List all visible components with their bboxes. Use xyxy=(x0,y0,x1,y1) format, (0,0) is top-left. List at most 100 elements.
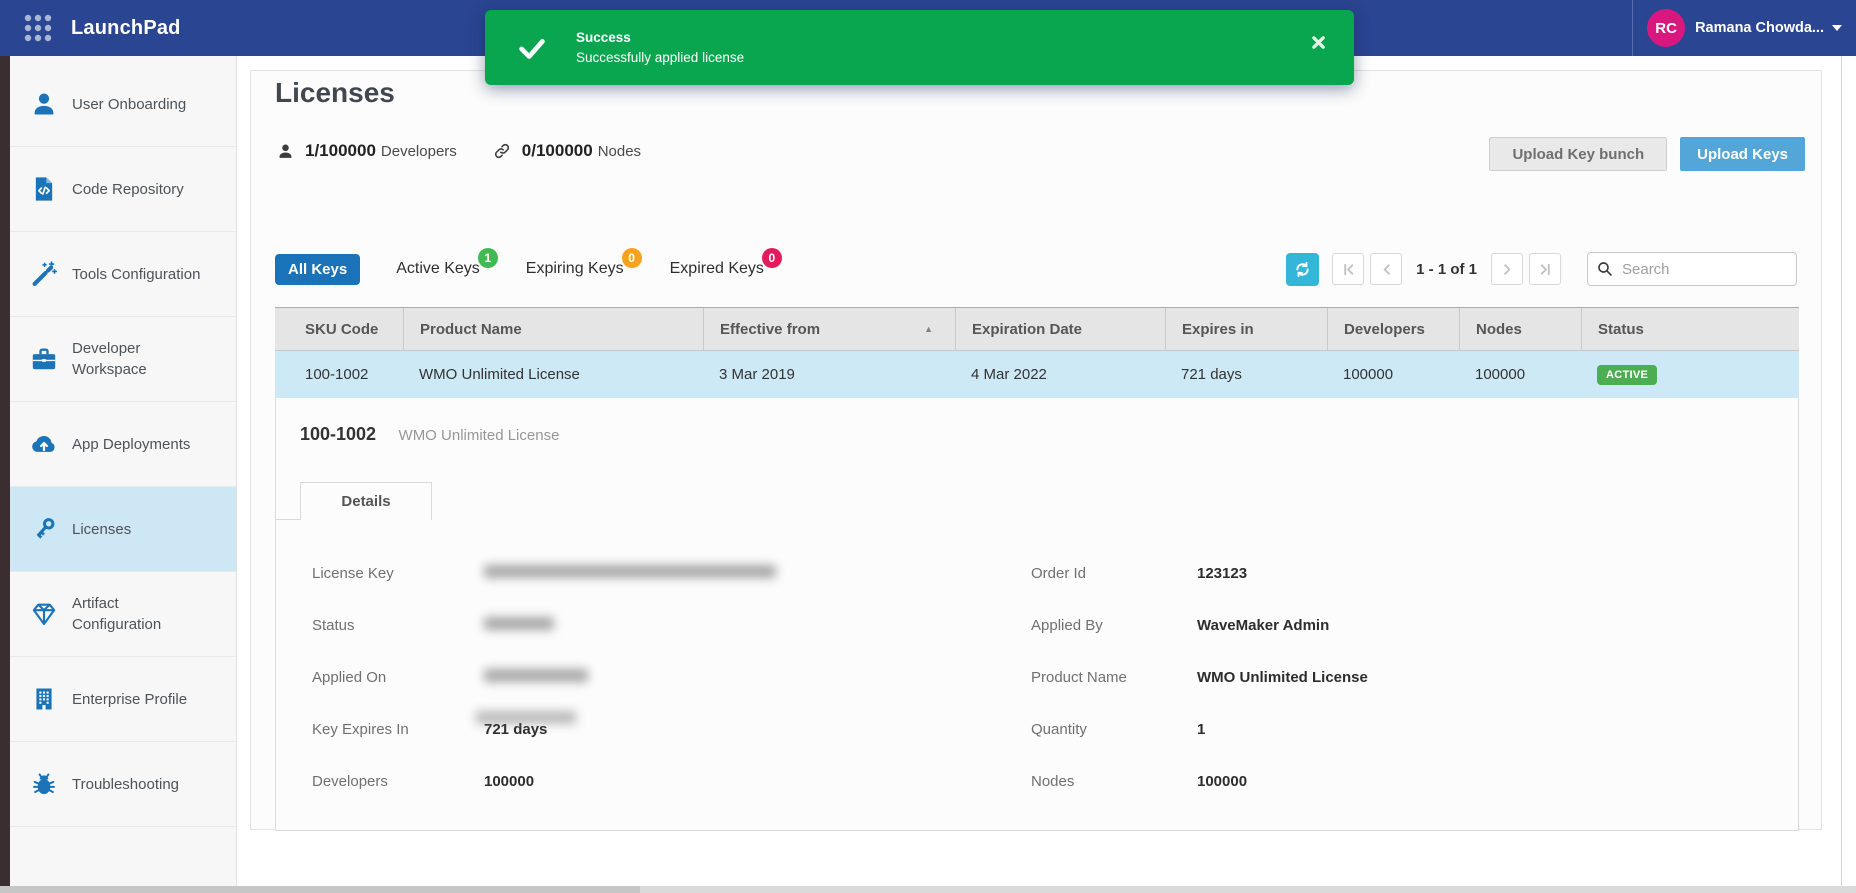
tab-expired-keys[interactable]: Expired Keys0 xyxy=(670,260,764,278)
tab-badge: 0 xyxy=(622,248,642,268)
check-icon xyxy=(515,31,549,65)
sidebar-item-developer-workspace[interactable]: Developer Workspace xyxy=(10,317,236,402)
chevron-right-icon xyxy=(1500,262,1515,277)
caret-down-icon xyxy=(1832,25,1842,31)
field-value: 1 xyxy=(1197,721,1205,738)
window-edge xyxy=(0,56,10,893)
detail-field-key-expires-in: Key Expires In 721 days xyxy=(312,703,776,755)
tab-badge: 0 xyxy=(762,248,782,268)
cell-product-name: WMO Unlimited License xyxy=(403,366,703,383)
sidebar-item-user-onboarding[interactable]: User Onboarding xyxy=(10,62,236,147)
stat-label: Developers xyxy=(381,143,457,160)
tab-all-keys[interactable]: All Keys xyxy=(275,254,360,285)
horizontal-scrollbar[interactable] xyxy=(0,886,1856,893)
detail-field-applied-by: Applied By WaveMaker Admin xyxy=(1031,599,1368,651)
cell-status: ACTIVE xyxy=(1581,365,1799,385)
field-label: Order Id xyxy=(1031,565,1197,582)
scrollbar-thumb[interactable] xyxy=(0,886,640,893)
building-icon xyxy=(29,684,59,714)
field-label: Product Name xyxy=(1031,669,1197,686)
first-page-icon xyxy=(1341,262,1356,277)
page-range: 1 - 1 of 1 xyxy=(1416,261,1477,278)
tab-active-keys[interactable]: Active Keys1 xyxy=(396,260,480,278)
user-menu[interactable]: RC Ramana Chowda... xyxy=(1632,0,1856,56)
refresh-button[interactable] xyxy=(1286,253,1319,286)
sidebar-item-label: Developer Workspace xyxy=(72,338,204,380)
app-title: LaunchPad xyxy=(71,17,181,40)
user-icon xyxy=(29,89,59,119)
table-row[interactable]: 100-1002WMO Unlimited License3 Mar 20194… xyxy=(275,351,1799,399)
upload-keys-button[interactable]: Upload Keys xyxy=(1680,137,1805,171)
field-label: Developers xyxy=(312,773,484,790)
licenses-panel: Licenses 1/100000 Developers 0/100000 No… xyxy=(250,70,1822,830)
detail-field-quantity: Quantity 1 xyxy=(1031,703,1368,755)
last-page-button[interactable] xyxy=(1529,253,1561,285)
table-controls: 1 - 1 of 1 xyxy=(1286,252,1797,286)
cell-expiration-date: 4 Mar 2022 xyxy=(955,366,1165,383)
field-value: 123123 xyxy=(1197,565,1247,582)
cloud-upload-icon xyxy=(29,429,59,459)
sidebar-item-label: Code Repository xyxy=(72,179,204,200)
next-page-button[interactable] xyxy=(1491,253,1523,285)
sidebar-item-enterprise-profile[interactable]: Enterprise Profile xyxy=(10,657,236,742)
detail-field-developers: Developers 100000 xyxy=(312,755,776,807)
cell-nodes: 100000 xyxy=(1459,366,1581,383)
upload-key-bunch-button[interactable]: Upload Key bunch xyxy=(1489,137,1667,171)
sort-asc-icon: ▲ xyxy=(924,324,933,334)
last-page-icon xyxy=(1538,262,1553,277)
column-header-expires-in[interactable]: Expires in xyxy=(1165,308,1327,350)
detail-field-status: Status xyxy=(312,599,776,651)
detail-field-product-name: Product Name WMO Unlimited License xyxy=(1031,651,1368,703)
prev-page-button[interactable] xyxy=(1370,253,1402,285)
field-label: Key Expires In xyxy=(312,721,484,738)
sidebar-item-app-deployments[interactable]: App Deployments xyxy=(10,402,236,487)
licenses-table: SKU Code Product Name Effective from ▲ E… xyxy=(275,307,1799,399)
tab-details[interactable]: Details xyxy=(300,482,432,520)
chevron-left-icon xyxy=(1379,262,1394,277)
column-header-expiration-date[interactable]: Expiration Date xyxy=(955,308,1165,350)
field-value xyxy=(484,669,588,686)
field-label: Nodes xyxy=(1031,773,1197,790)
search-icon xyxy=(1596,260,1614,278)
field-label: Status xyxy=(312,617,484,634)
field-label: License Key xyxy=(312,565,484,582)
field-value xyxy=(484,565,776,582)
sidebar-item-licenses[interactable]: Licenses xyxy=(10,487,236,572)
gem-icon xyxy=(29,599,59,629)
sidebar-item-label: User Onboarding xyxy=(72,94,204,115)
cell-effective-from: 3 Mar 2019 xyxy=(703,366,955,383)
field-value: WMO Unlimited License xyxy=(1197,669,1368,686)
sidebar-item-label: Artifact Configuration xyxy=(72,593,204,635)
column-header-sku-code[interactable]: SKU Code xyxy=(275,308,403,350)
detail-product-name: WMO Unlimited License xyxy=(399,427,560,444)
close-icon[interactable] xyxy=(1311,35,1326,50)
vertical-scrollbar[interactable] xyxy=(1841,56,1842,886)
field-value: WaveMaker Admin xyxy=(1197,617,1329,634)
search-input[interactable] xyxy=(1587,252,1797,286)
tab-expiring-keys[interactable]: Expiring Keys0 xyxy=(526,260,624,278)
toast-title: Success xyxy=(576,30,744,45)
stat-label: Nodes xyxy=(598,143,641,160)
column-header-effective-from[interactable]: Effective from ▲ xyxy=(703,308,955,350)
success-toast: Success Successfully applied license xyxy=(485,10,1354,85)
column-header-nodes[interactable]: Nodes xyxy=(1459,308,1581,350)
field-value: 100000 xyxy=(484,773,534,790)
column-header-status[interactable]: Status xyxy=(1581,308,1799,350)
table-header: SKU Code Product Name Effective from ▲ E… xyxy=(275,307,1799,351)
sidebar-item-troubleshooting[interactable]: Troubleshooting xyxy=(10,742,236,827)
person-icon xyxy=(277,143,294,160)
sidebar-item-tools-configuration[interactable]: Tools Configuration xyxy=(10,232,236,317)
detail-field-license-key: License Key xyxy=(312,547,776,599)
sidebar-item-artifact-configuration[interactable]: Artifact Configuration xyxy=(10,572,236,657)
blur-smudge xyxy=(476,711,576,724)
field-label: Quantity xyxy=(1031,721,1197,738)
stat-nodes: 0/100000 Nodes xyxy=(493,141,641,161)
detail-field-nodes: Nodes 100000 xyxy=(1031,755,1368,807)
sidebar-item-code-repository[interactable]: Code Repository xyxy=(10,147,236,232)
first-page-button[interactable] xyxy=(1332,253,1364,285)
column-header-product-name[interactable]: Product Name xyxy=(403,308,703,350)
column-header-developers[interactable]: Developers xyxy=(1327,308,1459,350)
redacted-value xyxy=(484,617,554,630)
app-grid-icon[interactable] xyxy=(22,12,54,44)
detail-sku: 100-1002 xyxy=(300,424,376,444)
